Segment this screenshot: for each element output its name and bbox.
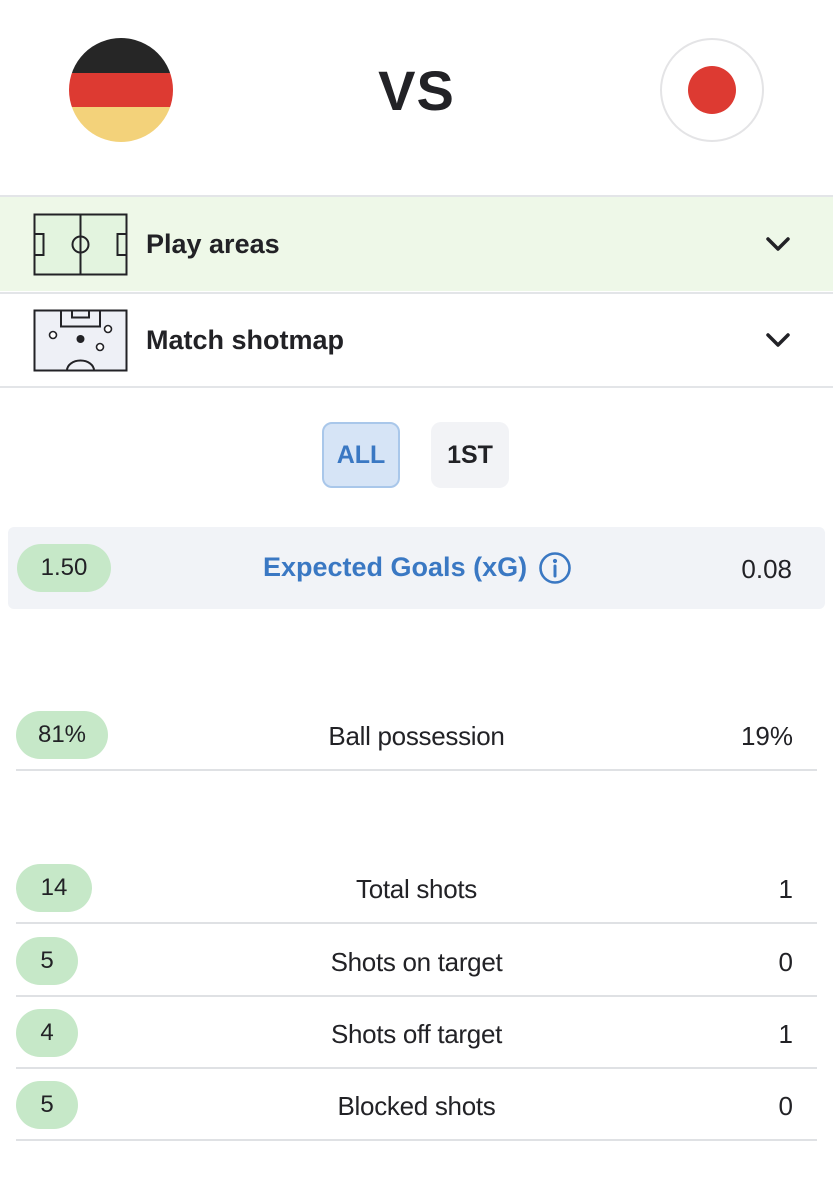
away-stat-value: 1 bbox=[778, 1019, 793, 1049]
stat-row-shots-off-target: 4 Shots off target 1 bbox=[16, 997, 817, 1069]
japan-flag-icon[interactable] bbox=[660, 38, 764, 142]
shotmap-icon bbox=[33, 309, 128, 371]
stat-label: Ball possession bbox=[328, 721, 505, 751]
stat-label: Blocked shots bbox=[337, 1091, 496, 1121]
xg-label: Expected Goals (xG) bbox=[263, 552, 528, 582]
info-icon[interactable] bbox=[538, 551, 572, 585]
chevron-down-icon[interactable] bbox=[763, 325, 793, 355]
stat-row-shots-on-target: 5 Shots on target 0 bbox=[16, 925, 817, 997]
stat-label: Total shots bbox=[356, 874, 477, 904]
tab-first-half[interactable]: 1ST bbox=[431, 422, 509, 488]
stat-label: Shots off target bbox=[330, 1019, 503, 1049]
match-shotmap-title: Match shotmap bbox=[146, 324, 345, 355]
match-shotmap-section[interactable]: Match shotmap bbox=[0, 292, 833, 388]
stat-label: Shots on target bbox=[330, 947, 503, 977]
play-areas-section[interactable]: Play areas bbox=[0, 195, 833, 291]
pitch-icon bbox=[33, 213, 128, 275]
away-stat-value: 0 bbox=[778, 1091, 793, 1121]
xg-away-value: 0.08 bbox=[741, 554, 792, 584]
play-areas-title: Play areas bbox=[146, 228, 280, 259]
match-header: VS bbox=[0, 0, 833, 195]
stat-row-ball-possession: 81% Ball possession 19% bbox=[16, 699, 817, 771]
away-stat-value: 1 bbox=[778, 874, 793, 904]
xg-home-value: 1.50 bbox=[17, 544, 111, 592]
away-stat-value: 19% bbox=[740, 721, 793, 751]
away-stat-value: 0 bbox=[778, 947, 793, 977]
tab-all[interactable]: ALL bbox=[322, 422, 400, 488]
chevron-down-icon[interactable] bbox=[763, 229, 793, 259]
expected-goals-row: 1.50 Expected Goals (xG) 0.08 bbox=[8, 527, 825, 609]
stat-row-blocked-shots: 5 Blocked shots 0 bbox=[16, 1069, 817, 1141]
stat-row-total-shots: 14 Total shots 1 bbox=[16, 852, 817, 924]
